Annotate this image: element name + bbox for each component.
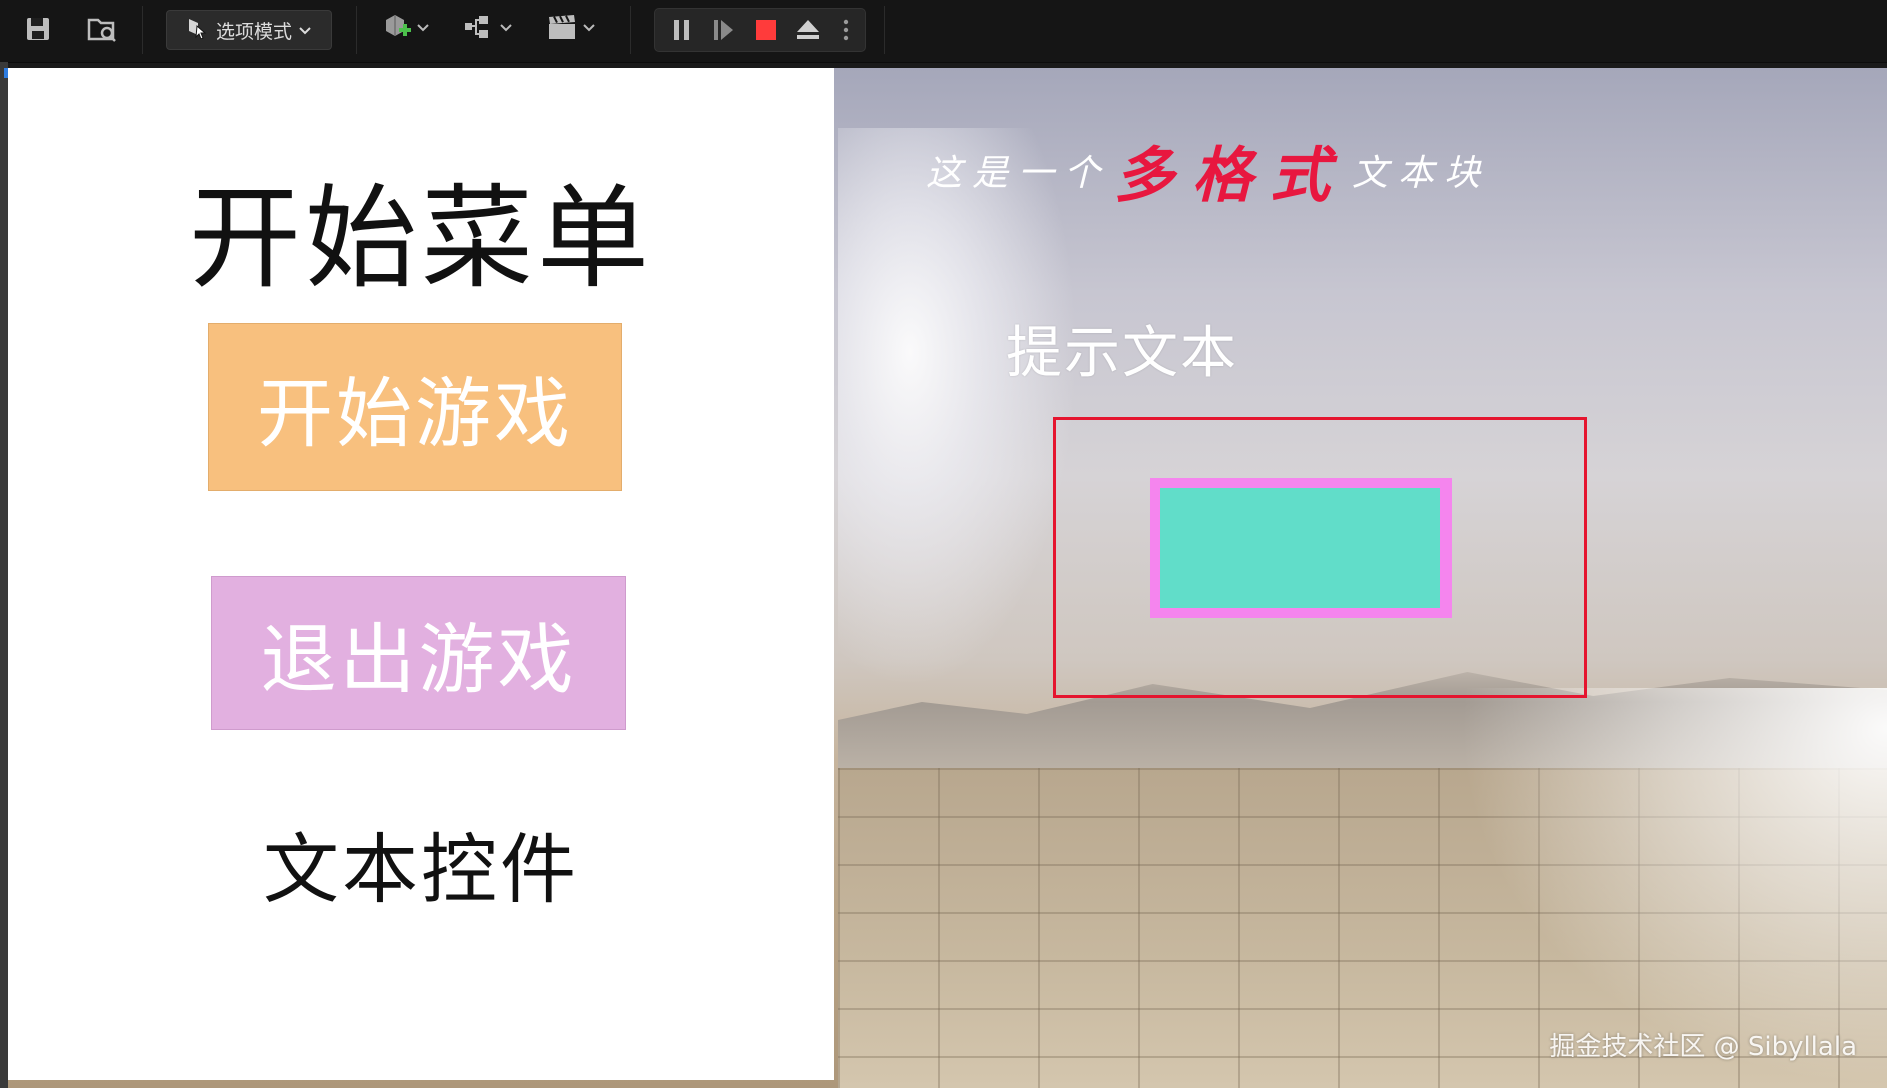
rich-text-prefix: 这是一个 — [926, 153, 1111, 194]
text-widget-label: 文本控件 — [263, 825, 579, 914]
more-icon[interactable] — [833, 11, 859, 49]
add-actor-icon — [382, 12, 412, 46]
step-icon[interactable] — [707, 11, 741, 49]
pause-icon[interactable] — [665, 11, 699, 49]
rich-text-suffix: 文本块 — [1352, 153, 1491, 194]
chevron-down-icon — [582, 22, 596, 36]
teal-image-widget[interactable] — [1150, 478, 1452, 618]
blueprint-icon — [463, 14, 495, 44]
rich-text-block: 这是一个 多格式 文本块 — [926, 130, 1491, 211]
play-controls — [654, 8, 866, 52]
add-actor-button[interactable] — [376, 10, 436, 48]
sky-clouds — [838, 128, 1078, 688]
quit-game-button[interactable]: 退出游戏 — [211, 576, 626, 730]
stop-icon[interactable] — [749, 11, 783, 49]
select-mode-icon — [186, 17, 208, 44]
watermark: 掘金技术社区 @ Sibyllala — [1549, 1032, 1857, 1062]
chevron-down-icon — [499, 22, 513, 36]
start-game-button[interactable]: 开始游戏 — [208, 323, 622, 491]
eject-icon[interactable] — [789, 11, 827, 49]
chevron-down-icon — [298, 19, 312, 41]
cinematics-button[interactable] — [540, 10, 602, 48]
select-mode-dropdown[interactable]: 选项模式 — [166, 10, 332, 50]
toolbar-separator — [142, 6, 143, 54]
chevron-down-icon — [416, 22, 430, 36]
toolbar-separator — [630, 6, 631, 54]
toolbar-separator — [356, 6, 357, 54]
game-viewport[interactable]: 开始菜单 开始游戏 退出游戏 文本控件 这是一个 多格式 文本块 提示文本 掘金… — [8, 68, 1887, 1088]
cinematics-icon — [546, 13, 578, 45]
save-icon[interactable] — [18, 10, 58, 48]
rich-text-highlight: 多格式 — [1114, 140, 1349, 211]
viewport-border — [0, 62, 8, 1088]
browse-icon[interactable] — [80, 10, 124, 48]
menu-title: 开始菜单 — [189, 174, 653, 304]
start-menu-panel: 开始菜单 开始游戏 退出游戏 文本控件 — [8, 68, 834, 1080]
editor-toolbar: 选项模式 — [0, 0, 1887, 63]
blueprint-button[interactable] — [458, 10, 518, 48]
select-mode-label: 选项模式 — [215, 20, 292, 43]
toolbar-separator — [884, 6, 885, 54]
hint-text: 提示文本 — [1006, 321, 1238, 386]
